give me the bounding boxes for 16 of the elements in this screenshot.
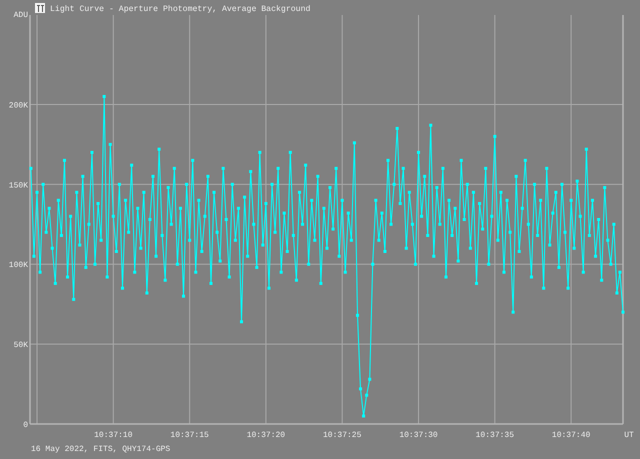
- tick-label: 10:37:20: [246, 431, 286, 440]
- tick-label: 10:37:15: [170, 431, 209, 440]
- tick-label: 200K: [8, 101, 28, 110]
- tick-label: 50K: [14, 341, 28, 350]
- footer-text: 16 May 2022, FITS, QHY174-GPS: [31, 445, 170, 454]
- tick-label: 10:37:25: [323, 431, 362, 440]
- window-title: Light Curve - Aperture Photometry, Average Background: [50, 5, 310, 14]
- tick-label: 10:37:30: [399, 431, 438, 440]
- tick-label: 100K: [8, 261, 28, 270]
- tick-label: 0: [23, 421, 28, 430]
- tick-label: 10:37:35: [476, 431, 514, 440]
- tick-label: 10:37:10: [94, 431, 133, 440]
- tick-label: 150K: [8, 181, 28, 190]
- tick-label: 10:37:40: [552, 431, 590, 440]
- axis-label: UT: [624, 431, 634, 440]
- axis-label: ADU: [14, 11, 28, 20]
